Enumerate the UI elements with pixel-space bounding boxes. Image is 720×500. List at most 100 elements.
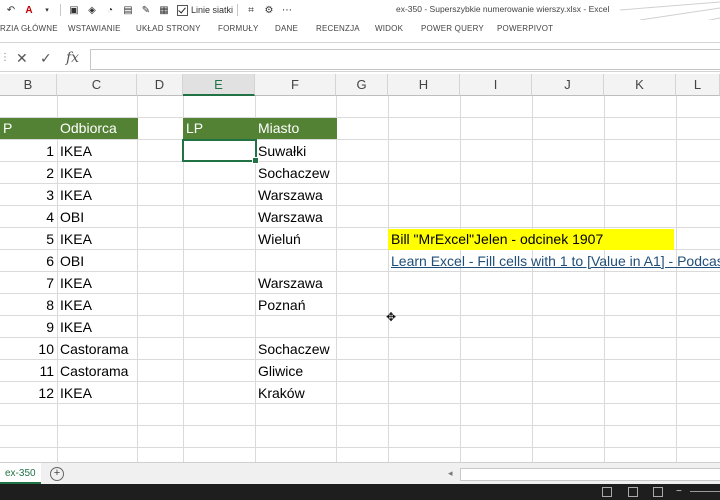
horizontal-scrollbar[interactable] [460, 468, 720, 481]
chart-icon[interactable]: ⌗ [245, 4, 257, 16]
table1-odbiorca-cell[interactable]: Castorama [60, 338, 128, 360]
settings-icon[interactable]: ⚙ [263, 4, 275, 16]
table1-lp-cell[interactable]: 5 [0, 228, 57, 250]
grid-line [0, 403, 720, 404]
gridlines-label: Linie siatki [191, 5, 234, 15]
table1-lp-cell[interactable]: 6 [0, 250, 57, 272]
fill-handle[interactable] [252, 157, 259, 164]
separator [237, 4, 239, 16]
table1-lp-cell[interactable]: 10 [0, 338, 57, 360]
table1-odbiorca-cell[interactable]: IKEA [60, 294, 92, 316]
table2-miasto-cell[interactable]: Warszawa [258, 272, 323, 294]
table1-odbiorca-cell[interactable]: IKEA [60, 316, 92, 338]
table1-odbiorca-cell[interactable]: IKEA [60, 382, 92, 404]
table1-odbiorca-cell[interactable]: IKEA [60, 272, 92, 294]
table2-miasto-cell[interactable]: Kraków [258, 382, 305, 404]
table2-miasto-cell[interactable]: Warszawa [258, 206, 323, 228]
enter-icon[interactable]: ✓ [40, 50, 52, 67]
table2-miasto-cell[interactable]: Sochaczew [258, 338, 330, 360]
table2-miasto-cell[interactable]: Warszawa [258, 184, 323, 206]
grid-line [0, 205, 720, 206]
formula-input[interactable] [90, 49, 720, 70]
tab-power-query[interactable]: POWER QUERY [421, 24, 484, 33]
zoom-slider[interactable] [690, 491, 720, 492]
table2-miasto-cell[interactable]: Wieluń [258, 228, 301, 250]
cancel-icon[interactable]: ✕ [16, 50, 28, 67]
table2-miasto-cell[interactable]: Sochaczew [258, 162, 330, 184]
worksheet-grid[interactable]: P Odbiorca LP Miasto 1 2 3 4 5 6 7 8 9 1… [0, 96, 720, 462]
column-header-f[interactable]: F [255, 74, 336, 96]
page-layout-view-icon[interactable] [628, 487, 638, 497]
tab-powerpivot[interactable]: POWERPIVOT [497, 24, 553, 33]
table-icon[interactable]: ▦ [158, 4, 170, 16]
shape-icon[interactable]: ◔ [104, 4, 116, 16]
table2-miasto-cell[interactable]: Gliwice [258, 360, 303, 382]
table1-odbiorca-cell[interactable]: OBI [60, 250, 84, 272]
column-header-c[interactable]: C [57, 74, 137, 96]
tab-page-layout[interactable]: UKŁAD STRONY [136, 24, 201, 33]
tab-insert[interactable]: WSTAWIANIE [68, 24, 121, 33]
more-icon[interactable]: ⋯ [281, 4, 293, 16]
grid-line [532, 96, 533, 462]
scroll-left-icon[interactable]: ◂ [448, 468, 453, 479]
gridlines-checkbox[interactable]: Linie siatki [177, 4, 234, 16]
podcast-link[interactable]: Learn Excel - Fill cells with 1 to [Valu… [388, 250, 720, 272]
table1-odbiorca-cell[interactable]: Castorama [60, 360, 128, 382]
undo-icon[interactable]: ↶ [5, 4, 17, 16]
table1-lp-cell[interactable]: 12 [0, 382, 57, 404]
tab-home[interactable]: RZIA GŁÓWNE [0, 24, 58, 33]
normal-view-icon[interactable] [602, 487, 612, 497]
tab-formulas[interactable]: FORMUŁY [218, 24, 259, 33]
insert-function-icon[interactable]: fx [66, 50, 79, 66]
column-header-h[interactable]: H [388, 74, 460, 96]
table1-odbiorca-cell[interactable]: IKEA [60, 228, 92, 250]
table1-header-odbiorca[interactable]: Odbiorca [57, 118, 138, 139]
column-header-d[interactable]: D [137, 74, 183, 96]
page-break-view-icon[interactable] [653, 487, 663, 497]
table1-lp-cell[interactable]: 4 [0, 206, 57, 228]
table1-lp-cell[interactable]: 3 [0, 184, 57, 206]
pen-icon[interactable]: ✎ [140, 4, 152, 16]
zoom-out-icon[interactable]: − [676, 486, 682, 497]
table1-odbiorca-cell[interactable]: IKEA [60, 140, 92, 162]
grid-line [388, 96, 389, 462]
table1-header-lp[interactable]: P [0, 118, 57, 139]
add-sheet-icon[interactable]: + [50, 467, 64, 481]
column-header-j[interactable]: J [532, 74, 604, 96]
name-box-handle[interactable]: ⋮ [0, 52, 10, 63]
column-header-i[interactable]: I [460, 74, 532, 96]
table1-lp-cell[interactable]: 1 [0, 140, 57, 162]
tab-review[interactable]: RECENZJA [316, 24, 360, 33]
image-icon[interactable]: ▤ [122, 4, 134, 16]
fill-color-icon[interactable]: ◈ [86, 4, 98, 16]
chevron-down-icon[interactable]: ▾ [41, 4, 53, 16]
sheet-tab-active[interactable]: ex-350 [0, 463, 41, 484]
checkbox-icon[interactable] [177, 4, 188, 16]
tab-view[interactable]: WIDOK [375, 24, 403, 33]
font-color-icon[interactable]: A [23, 4, 35, 16]
table2-header-lp[interactable]: LP [183, 118, 256, 139]
tab-data[interactable]: DANE [275, 24, 298, 33]
table1-lp-cell[interactable]: 2 [0, 162, 57, 184]
grid-line [0, 227, 720, 228]
format-painter-icon[interactable]: ▣ [68, 4, 80, 16]
table1-lp-cell[interactable]: 9 [0, 316, 57, 338]
active-cell[interactable] [182, 139, 257, 162]
table1-lp-cell[interactable]: 11 [0, 360, 57, 382]
column-header-k[interactable]: K [604, 74, 676, 96]
table2-miasto-cell[interactable]: Poznań [258, 294, 305, 316]
grid-line [0, 315, 720, 316]
column-header-g[interactable]: G [336, 74, 388, 96]
table1-lp-cell[interactable]: 8 [0, 294, 57, 316]
grid-line [57, 96, 58, 462]
table2-miasto-cell[interactable]: Suwałki [258, 140, 306, 162]
column-header-e[interactable]: E [183, 74, 255, 96]
table1-odbiorca-cell[interactable]: OBI [60, 206, 84, 228]
column-header-l[interactable]: L [676, 74, 720, 96]
column-header-b[interactable]: B [0, 74, 57, 96]
grid-line [0, 139, 720, 140]
table2-header-miasto[interactable]: Miasto [255, 118, 337, 139]
table1-lp-cell[interactable]: 7 [0, 272, 57, 294]
table1-odbiorca-cell[interactable]: IKEA [60, 184, 92, 206]
table1-odbiorca-cell[interactable]: IKEA [60, 162, 92, 184]
